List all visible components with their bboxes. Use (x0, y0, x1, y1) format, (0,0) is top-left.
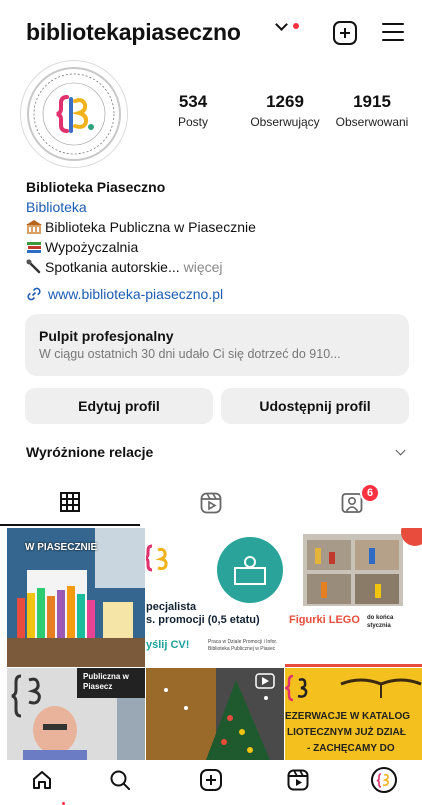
edit-profile-button[interactable]: Edytuj profil (25, 388, 213, 424)
post-caption: - ZACHĘCAMY DO (307, 743, 395, 754)
post-thumbnail[interactable]: Figurki LEGO do końca stycznia (285, 528, 422, 667)
professional-dashboard[interactable]: Pulpit profesjonalny W ciągu ostatnich 3… (25, 314, 409, 376)
stat-value: 534 (178, 92, 208, 111)
library-logo (27, 67, 121, 161)
account-switch-toggle[interactable] (275, 17, 299, 31)
stat-followers[interactable]: 1269 Obserwujący (240, 92, 330, 129)
more-link[interactable]: więcej (184, 257, 223, 277)
tab-grid[interactable] (0, 480, 140, 526)
bio-line: Wypożyczalnia (26, 237, 406, 257)
dashboard-title: Pulpit profesjonalny (39, 328, 174, 344)
post-caption: s. promocji (0,5 etatu) (146, 614, 260, 626)
profile-tabs: 6 (0, 480, 422, 528)
plus-square-icon (200, 769, 222, 791)
profile-bio: Biblioteka Piaseczno Biblioteka Bibliote… (26, 177, 406, 277)
display-name: Biblioteka Piaseczno (26, 179, 166, 195)
post-caption: Publiczna w Piasecz (83, 672, 129, 691)
bio-text: Wypożyczalnia (45, 239, 139, 255)
post-thumbnail[interactable]: EZERWACJE W KATALOG LIOTECZNYM JUŻ DZIAŁ… (285, 668, 422, 760)
profile-avatar-icon (371, 767, 397, 793)
bio-text: Biblioteka Publiczna w Piasecznie (45, 219, 256, 235)
stat-value: 1915 (353, 92, 391, 111)
share-profile-button[interactable]: Udostępnij profil (221, 388, 409, 424)
post-thumbnail[interactable] (146, 668, 284, 760)
library-building-icon (26, 219, 42, 235)
bottom-navigation (0, 762, 422, 805)
stat-following[interactable]: 1915 Obserwowani (327, 92, 417, 129)
post-caption: do końca stycznia (367, 615, 394, 629)
tagged-count-badge: 6 (360, 483, 380, 503)
nav-profile[interactable] (362, 762, 406, 798)
stat-label: Posty (177, 115, 208, 129)
nav-search[interactable] (98, 762, 142, 798)
nav-reels[interactable] (276, 762, 320, 798)
nav-home[interactable] (20, 762, 64, 798)
post-thumbnail[interactable]: W PIASECZNIE (7, 528, 145, 667)
avatar[interactable] (20, 60, 128, 168)
reels-icon (287, 769, 309, 791)
dashboard-subtitle: W ciągu ostatnich 30 dni udało Ci się do… (39, 347, 341, 361)
bio-text: Spotkania autorskie... (45, 259, 180, 275)
grid-icon (60, 492, 80, 512)
post-caption: yślij CV! (146, 639, 190, 651)
menu-icon[interactable] (382, 23, 404, 41)
search-icon (110, 770, 130, 790)
posts-grid: W PIASECZNIE pecjalista s. promocji (0,5… (0, 528, 422, 760)
top-bar: bibliotekapiaseczno (0, 0, 422, 66)
username-switcher[interactable]: bibliotekapiaseczno (26, 19, 241, 46)
bio-line: Spotkania autorskie... więcej (26, 257, 406, 277)
microphone-icon (26, 259, 42, 275)
post-caption: Praca w Dziale Promocji i Infor. Bibliot… (208, 639, 278, 652)
category-label[interactable]: Biblioteka (26, 197, 406, 217)
website-link[interactable]: www.biblioteka-piaseczno.pl (26, 286, 223, 302)
stat-posts[interactable]: 534 Posty (148, 92, 238, 129)
stat-value: 1269 (266, 92, 304, 111)
notification-dot (293, 23, 299, 29)
link-icon (27, 287, 41, 301)
post-thumbnail[interactable]: Publiczna w Piasecz (7, 668, 145, 760)
post-thumbnail[interactable]: pecjalista s. promocji (0,5 etatu) yślij… (146, 528, 284, 667)
stat-label: Obserwujący (250, 115, 320, 129)
chevron-down-icon (275, 17, 288, 31)
post-caption: Figurki LEGO (289, 614, 360, 626)
create-button[interactable] (333, 21, 357, 45)
highlights-title[interactable]: Wyróżnione relacje (26, 444, 153, 460)
website-url: www.biblioteka-piaseczno.pl (48, 286, 224, 302)
home-icon (33, 771, 51, 789)
bio-line: Biblioteka Publiczna w Piasecznie (26, 217, 406, 237)
tab-reels[interactable] (141, 480, 281, 526)
stat-label: Obserwowani (335, 115, 409, 129)
post-caption: W PIASECZNIE (25, 542, 98, 553)
chevron-down-icon[interactable] (395, 445, 406, 456)
post-caption: LIOTECZNYM JUŻ DZIAŁ (287, 727, 406, 738)
books-icon (26, 239, 42, 255)
post-caption: pecjalista (146, 601, 197, 613)
post-caption: EZERWACJE W KATALOG (285, 711, 410, 722)
tab-tagged[interactable]: 6 (282, 480, 422, 526)
reels-icon (200, 492, 222, 514)
nav-create[interactable] (189, 762, 233, 798)
